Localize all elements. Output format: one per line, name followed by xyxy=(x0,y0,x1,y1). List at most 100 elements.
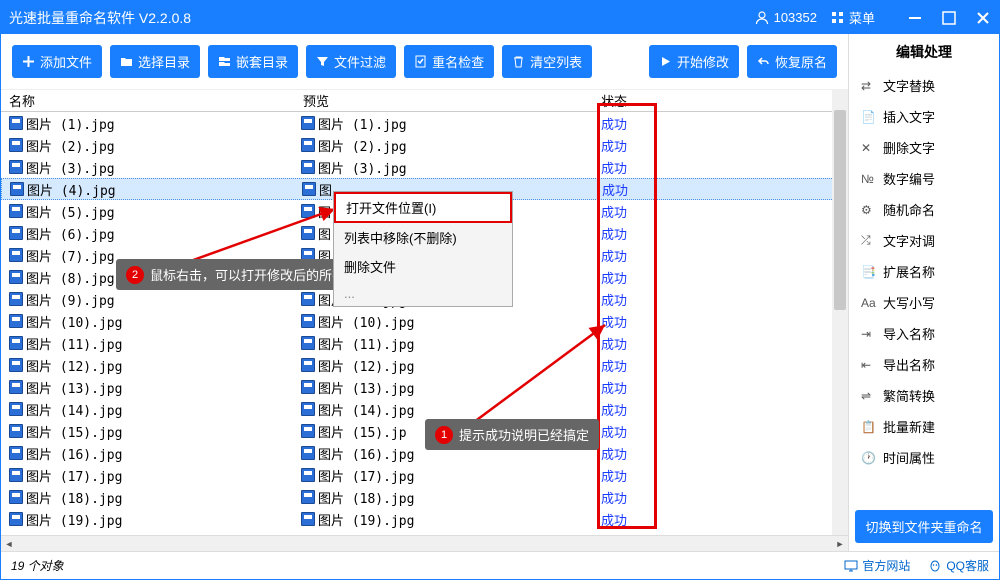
btn-label: 清空列表 xyxy=(530,52,582,71)
side-icon: ⇌ xyxy=(861,389,877,403)
cell-preview: 图片 (18).jpg xyxy=(318,488,414,507)
file-icon xyxy=(302,182,316,196)
switch-folder-rename-button[interactable]: 切换到文件夹重命名 xyxy=(855,510,993,543)
file-filter-button[interactable]: 文件过滤 xyxy=(306,45,396,78)
table-header: 名称 预览 状态 xyxy=(1,90,848,112)
side-item-5[interactable]: ⤮ 文字对调 xyxy=(855,225,993,256)
menu-label: 菜单 xyxy=(849,8,875,27)
side-item-11[interactable]: 📋批量新建 xyxy=(855,411,993,442)
cell-status: 成功 xyxy=(601,334,661,353)
restore-button[interactable]: 恢复原名 xyxy=(747,45,837,78)
cell-preview: 图片 (11).jpg xyxy=(318,334,414,353)
cell-name: 图片 (2).jpg xyxy=(26,136,115,155)
object-count: 19 个对象 xyxy=(11,557,64,574)
table-row[interactable]: 图片 (17).jpg图片 (17).jpg成功 xyxy=(1,464,848,486)
file-icon xyxy=(301,314,315,328)
select-dir-button[interactable]: 选择目录 xyxy=(110,45,200,78)
file-icon xyxy=(9,490,23,504)
user-icon xyxy=(754,10,770,26)
file-table[interactable]: 名称 预览 状态 图片 (1).jpg图片 (1).jpg成功图片 (2).jp… xyxy=(1,90,848,535)
cell-preview: 图 xyxy=(319,180,332,199)
cell-name: 图片 (11).jpg xyxy=(26,334,122,353)
cell-status: 成功 xyxy=(601,312,661,331)
qq-support-link[interactable]: QQ客服 xyxy=(928,557,989,574)
cell-preview: 图片 (1).jpg xyxy=(318,114,407,133)
side-icon: № xyxy=(861,172,877,186)
side-label: 导入名称 xyxy=(883,324,935,343)
side-item-7[interactable]: Aa大写小写 xyxy=(855,287,993,318)
col-preview[interactable]: 预览 xyxy=(301,91,601,110)
side-item-8[interactable]: ⇥导入名称 xyxy=(855,318,993,349)
cell-status: 成功 xyxy=(601,136,661,155)
side-label: 大写小写 xyxy=(883,293,935,312)
side-item-9[interactable]: ⇤导出名称 xyxy=(855,349,993,380)
side-item-10[interactable]: ⇌繁简转换 xyxy=(855,380,993,411)
cell-name: 图片 (18).jpg xyxy=(26,488,122,507)
file-icon xyxy=(9,512,23,526)
horizontal-scrollbar[interactable]: ◄► xyxy=(1,535,848,551)
ctx-delete-file[interactable]: 删除文件 xyxy=(334,252,512,281)
ctx-remove-from-list[interactable]: 列表中移除(不删除) xyxy=(334,223,512,252)
table-row[interactable]: 图片 (10).jpg图片 (10).jpg成功 xyxy=(1,310,848,332)
close-button[interactable] xyxy=(975,10,991,26)
side-icon: 🕐 xyxy=(861,451,877,465)
cell-name: 图片 (15).jpg xyxy=(26,422,122,441)
ctx-item-obscured[interactable]: ... xyxy=(334,281,512,306)
cell-name: 图片 (14).jpg xyxy=(26,400,122,419)
file-icon xyxy=(9,248,23,262)
table-row[interactable]: 图片 (2).jpg图片 (2).jpg成功 xyxy=(1,134,848,156)
minimize-button[interactable] xyxy=(907,10,923,26)
titlebar: 光速批量重命名软件 V2.2.0.8 103352 菜单 xyxy=(1,1,999,34)
table-row[interactable]: 图片 (1).jpg图片 (1).jpg成功 xyxy=(1,112,848,134)
ctx-open-location[interactable]: 打开文件位置(I) xyxy=(334,192,512,223)
side-item-3[interactable]: №数字编号 xyxy=(855,163,993,194)
side-label: 文字替换 xyxy=(883,76,935,95)
vertical-scrollbar[interactable] xyxy=(832,90,848,535)
context-menu: 打开文件位置(I) 列表中移除(不删除) 删除文件 ... xyxy=(333,191,513,307)
side-icon: ⇄ xyxy=(861,79,877,93)
table-row[interactable]: 图片 (13).jpg图片 (13).jpg成功 xyxy=(1,376,848,398)
side-icon: ⤮ xyxy=(861,233,877,248)
start-modify-button[interactable]: 开始修改 xyxy=(649,45,739,78)
side-icon: 📄 xyxy=(861,110,877,124)
cell-name: 图片 (4).jpg xyxy=(27,180,116,199)
table-row[interactable]: 图片 (18).jpg图片 (18).jpg成功 xyxy=(1,486,848,508)
side-item-1[interactable]: 📄插入文字 xyxy=(855,101,993,132)
table-row[interactable]: 图片 (11).jpg 图片 (11).jpg 成功 xyxy=(1,332,848,354)
file-icon xyxy=(301,490,315,504)
table-row[interactable]: 图片 (3).jpg图片 (3).jpg成功 xyxy=(1,156,848,178)
col-name[interactable]: 名称 xyxy=(1,91,301,110)
table-row[interactable]: 图片 (19).jpg图片 (19).jpg成功 xyxy=(1,508,848,530)
side-item-4[interactable]: ⚙随机命名 xyxy=(855,194,993,225)
maximize-button[interactable] xyxy=(941,10,957,26)
add-file-button[interactable]: 添加文件 xyxy=(12,45,102,78)
table-row[interactable]: 图片 (12).jpg图片 (12).jpg成功 xyxy=(1,354,848,376)
cell-name: 图片 (8).jpg xyxy=(26,268,115,287)
col-status[interactable]: 状态 xyxy=(601,91,661,110)
side-item-0[interactable]: ⇄ 文字替换 xyxy=(855,70,993,101)
cell-preview: 图片 (10).jpg xyxy=(318,312,414,331)
rename-check-button[interactable]: 重名检查 xyxy=(404,45,494,78)
menu-button[interactable]: 菜单 xyxy=(831,8,875,27)
file-icon xyxy=(9,402,23,416)
clear-list-button[interactable]: 清空列表 xyxy=(502,45,592,78)
file-icon xyxy=(9,446,23,460)
cell-status: 成功 xyxy=(601,444,661,463)
side-item-12[interactable]: 🕐时间属性 xyxy=(855,442,993,473)
nested-dir-button[interactable]: 嵌套目录 xyxy=(208,45,298,78)
cell-preview: 图 xyxy=(318,202,331,221)
cell-preview: 图片 (17).jpg xyxy=(318,466,414,485)
check-doc-icon xyxy=(414,55,427,68)
user-id-display[interactable]: 103352 xyxy=(754,10,817,26)
side-label: 文字对调 xyxy=(883,231,935,250)
file-icon xyxy=(10,182,24,196)
side-title: 编辑处理 xyxy=(855,42,993,62)
btn-label: 选择目录 xyxy=(138,52,190,71)
official-site-link[interactable]: 官方网站 xyxy=(844,557,910,574)
file-icon xyxy=(9,116,23,130)
side-item-2[interactable]: ✕删除文字 xyxy=(855,132,993,163)
table-row[interactable]: 图片 (14).jpg图片 (14).jpg成功 xyxy=(1,398,848,420)
side-item-6[interactable]: 📑扩展名称 xyxy=(855,256,993,287)
cell-status: 成功 xyxy=(601,246,661,265)
side-label: 导出名称 xyxy=(883,355,935,374)
